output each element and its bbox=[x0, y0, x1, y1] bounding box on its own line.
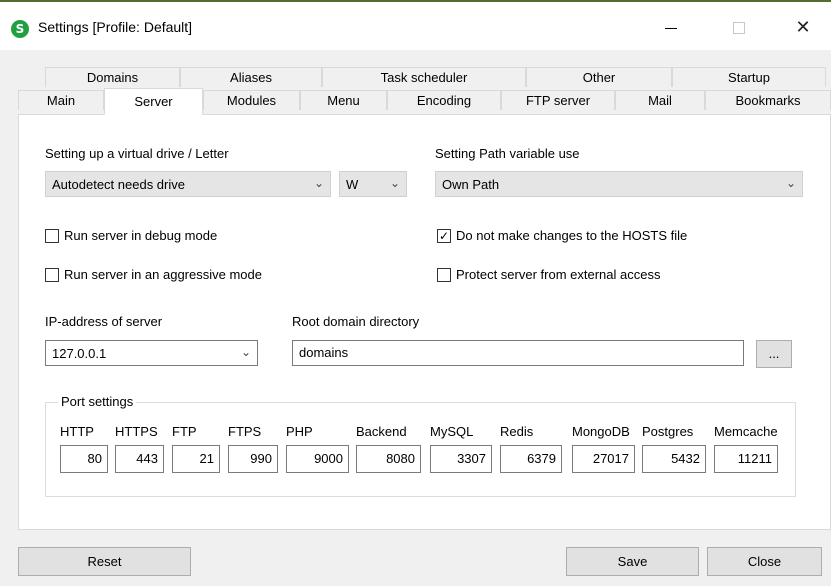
chevron-down-icon: ⌄ bbox=[240, 345, 251, 359]
virtual-drive-value: Autodetect needs drive bbox=[52, 176, 185, 192]
window-title: Settings [Profile: Default] bbox=[38, 19, 193, 35]
path-variable-value: Own Path bbox=[442, 176, 500, 192]
port-input-ftp[interactable]: 21 bbox=[172, 445, 220, 473]
tab-task-scheduler[interactable]: Task scheduler bbox=[322, 67, 526, 87]
close-button[interactable]: Close bbox=[707, 547, 822, 576]
chevron-down-icon: ⌄ bbox=[389, 176, 400, 190]
app-logo-icon: S bbox=[11, 20, 29, 38]
port-settings-title: Port settings bbox=[58, 394, 137, 409]
port-label-ftps: FTPS bbox=[228, 424, 262, 439]
maximize-button[interactable] bbox=[716, 10, 762, 46]
no-hosts-label: Do not make changes to the HOSTS file bbox=[456, 228, 688, 243]
close-window-button[interactable]: ✕ bbox=[780, 10, 826, 46]
port-label-https: HTTPS bbox=[115, 424, 158, 439]
protect-server-checkbox[interactable] bbox=[437, 268, 451, 282]
port-input-ftps[interactable]: 990 bbox=[228, 445, 278, 473]
reset-button[interactable]: Reset bbox=[18, 547, 191, 576]
tab-modules[interactable]: Modules bbox=[203, 90, 300, 110]
port-input-php[interactable]: 9000 bbox=[286, 445, 349, 473]
port-label-http: HTTP bbox=[60, 424, 94, 439]
save-button[interactable]: Save bbox=[566, 547, 699, 576]
close-icon: ✕ bbox=[795, 17, 811, 38]
port-input-backend[interactable]: 8080 bbox=[356, 445, 421, 473]
tab-menu[interactable]: Menu bbox=[300, 90, 387, 110]
title-bar: S Settings [Profile: Default] ✕ bbox=[0, 0, 831, 50]
maximize-icon bbox=[733, 22, 745, 34]
port-input-http[interactable]: 80 bbox=[60, 445, 108, 473]
port-input-mysql[interactable]: 3307 bbox=[430, 445, 492, 473]
port-label-php: PHP bbox=[286, 424, 313, 439]
tab-startup[interactable]: Startup bbox=[672, 67, 826, 87]
port-input-https[interactable]: 443 bbox=[115, 445, 164, 473]
debug-mode-checkbox[interactable] bbox=[45, 229, 59, 243]
port-label-ftp: FTP bbox=[172, 424, 197, 439]
ip-address-label: IP-address of server bbox=[45, 314, 163, 329]
port-label-postgres: Postgres bbox=[642, 424, 694, 439]
tab-bookmarks[interactable]: Bookmarks bbox=[705, 90, 831, 110]
port-input-mongodb[interactable]: 27017 bbox=[572, 445, 635, 473]
aggressive-mode-checkbox[interactable] bbox=[45, 268, 59, 282]
ip-address-select[interactable]: 127.0.0.1 ⌄ bbox=[45, 340, 258, 366]
chevron-down-icon: ⌄ bbox=[313, 176, 324, 190]
tab-aliases[interactable]: Aliases bbox=[180, 67, 322, 87]
port-label-backend: Backend bbox=[356, 424, 407, 439]
drive-letter-value: W bbox=[346, 176, 359, 192]
tab-ftp-server[interactable]: FTP server bbox=[501, 90, 615, 110]
port-input-postgres[interactable]: 5432 bbox=[642, 445, 706, 473]
browse-button[interactable]: ... bbox=[756, 340, 792, 368]
path-variable-select[interactable]: Own Path ⌄ bbox=[435, 171, 803, 197]
tab-server[interactable]: Server bbox=[104, 88, 203, 115]
virtual-drive-label: Setting up a virtual drive / Letter bbox=[45, 146, 229, 161]
root-directory-input[interactable]: domains bbox=[292, 340, 744, 366]
port-input-memcache[interactable]: 11211 bbox=[714, 445, 778, 473]
checkmark-icon: ✓ bbox=[438, 229, 450, 243]
protect-server-label: Protect server from external access bbox=[456, 267, 661, 282]
virtual-drive-select[interactable]: Autodetect needs drive ⌄ bbox=[45, 171, 331, 197]
port-label-mongodb: MongoDB bbox=[572, 424, 630, 439]
tab-encoding[interactable]: Encoding bbox=[387, 90, 501, 110]
path-variable-label: Setting Path variable use bbox=[435, 146, 580, 161]
port-input-redis[interactable]: 6379 bbox=[500, 445, 562, 473]
minimize-button[interactable] bbox=[648, 10, 694, 46]
tab-other[interactable]: Other bbox=[526, 67, 672, 87]
tab-domains[interactable]: Domains bbox=[45, 67, 180, 87]
port-label-mysql: MySQL bbox=[430, 424, 474, 439]
ip-address-value: 127.0.0.1 bbox=[52, 345, 107, 361]
port-label-memcache: Memcache bbox=[714, 424, 778, 439]
debug-mode-label: Run server in debug mode bbox=[64, 228, 218, 243]
aggressive-mode-label: Run server in an aggressive mode bbox=[64, 267, 262, 282]
tab-mail[interactable]: Mail bbox=[615, 90, 705, 110]
chevron-down-icon: ⌄ bbox=[785, 176, 796, 190]
minimize-icon bbox=[665, 27, 677, 29]
root-directory-label: Root domain directory bbox=[292, 314, 420, 329]
no-hosts-checkbox[interactable]: ✓ bbox=[437, 229, 451, 243]
drive-letter-select[interactable]: W ⌄ bbox=[339, 171, 407, 197]
tab-main[interactable]: Main bbox=[18, 90, 104, 110]
port-label-redis: Redis bbox=[500, 424, 534, 439]
